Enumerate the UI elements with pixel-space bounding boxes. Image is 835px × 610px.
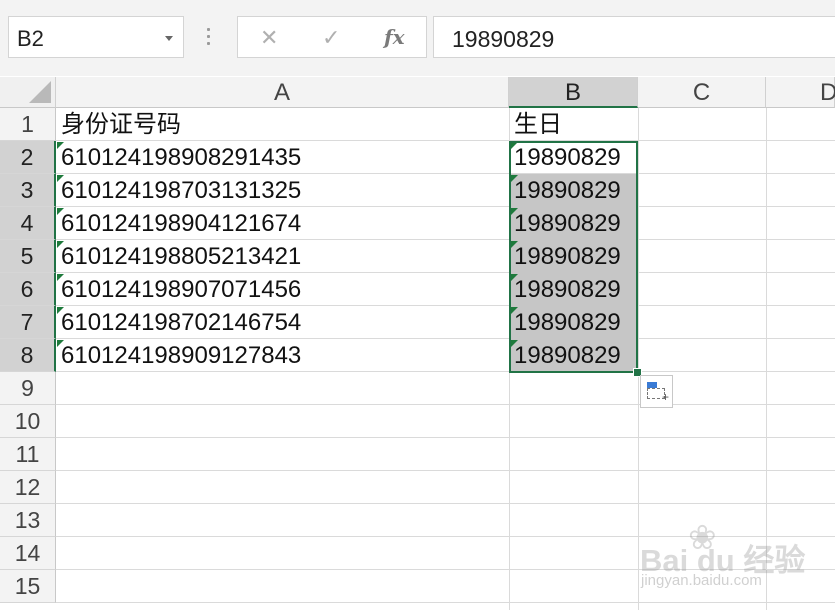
row-header[interactable]: 3	[0, 174, 56, 207]
cell-b1[interactable]: 生日	[514, 108, 634, 141]
text-number-marker-icon	[57, 142, 64, 149]
cell-a15[interactable]	[61, 570, 507, 603]
cell-a7[interactable]: 610124198702146754	[61, 306, 507, 339]
row-header[interactable]: 8	[0, 339, 56, 372]
cancel-icon[interactable]: ✕	[260, 25, 278, 51]
cell-b12[interactable]	[514, 471, 634, 504]
column-header-d[interactable]: D	[766, 77, 835, 108]
cell-b9[interactable]	[514, 372, 634, 405]
row-header[interactable]: 11	[0, 438, 56, 471]
select-all-button[interactable]	[0, 77, 56, 108]
grip-icon[interactable]	[207, 28, 211, 46]
row-header[interactable]: 13	[0, 504, 56, 537]
text-number-marker-icon	[57, 175, 64, 182]
cell-b13[interactable]	[514, 504, 634, 537]
cell-b11[interactable]	[514, 438, 634, 471]
quick-analysis-button[interactable]: +	[640, 375, 673, 408]
row-header[interactable]: 5	[0, 240, 56, 273]
cell-a4[interactable]: 610124198904121674	[61, 207, 507, 240]
watermark-url: jingyan.baidu.com	[641, 572, 762, 589]
cell-a12[interactable]	[61, 471, 507, 504]
row-header[interactable]: 1	[0, 108, 56, 141]
cell-a10[interactable]	[61, 405, 507, 438]
cell-a11[interactable]	[61, 438, 507, 471]
formula-buttons: ✕ ✓ fx	[237, 16, 427, 58]
row-header[interactable]: 15	[0, 570, 56, 603]
row-header[interactable]: 7	[0, 306, 56, 339]
cell-a13[interactable]	[61, 504, 507, 537]
cell-a5[interactable]: 610124198805213421	[61, 240, 507, 273]
text-number-marker-icon	[57, 340, 64, 347]
column-header-c[interactable]: C	[638, 77, 766, 108]
name-box-value: B2	[17, 26, 44, 51]
select-all-icon	[29, 81, 51, 103]
name-box[interactable]: B2	[8, 16, 184, 58]
cell-b10[interactable]	[514, 405, 634, 438]
cell-a14[interactable]	[61, 537, 507, 570]
enter-icon[interactable]: ✓	[322, 25, 340, 51]
row-header[interactable]: 6	[0, 273, 56, 306]
cell-b15[interactable]	[514, 570, 634, 603]
row-header[interactable]: 2	[0, 141, 56, 174]
cell-a9[interactable]	[61, 372, 507, 405]
cell-b14[interactable]	[514, 537, 634, 570]
column-header-b[interactable]: B	[509, 77, 638, 108]
row-header[interactable]: 9	[0, 372, 56, 405]
row-header[interactable]: 14	[0, 537, 56, 570]
row-header[interactable]: 10	[0, 405, 56, 438]
formula-input-value: 19890829	[452, 26, 555, 52]
row-header[interactable]: 12	[0, 471, 56, 504]
cell-a1[interactable]: 身份证号码	[61, 108, 507, 141]
column-gridline	[638, 108, 639, 610]
cell-a2[interactable]: 610124198908291435	[61, 141, 507, 174]
chevron-down-icon[interactable]	[165, 36, 173, 41]
cell-a8[interactable]: 610124198909127843	[61, 339, 507, 372]
text-number-marker-icon	[57, 307, 64, 314]
text-number-marker-icon	[57, 208, 64, 215]
column-header-a[interactable]: A	[56, 77, 509, 108]
selection-border	[509, 141, 638, 373]
text-number-marker-icon	[57, 274, 64, 281]
cell-a6[interactable]: 610124198907071456	[61, 273, 507, 306]
insert-function-icon[interactable]: fx	[384, 25, 405, 49]
formula-bar-area: B2 ✕ ✓ fx 19890829	[0, 0, 835, 76]
formula-input[interactable]: 19890829	[433, 16, 835, 58]
cell-a3[interactable]: 610124198703131325	[61, 174, 507, 207]
text-number-marker-icon	[57, 241, 64, 248]
row-header[interactable]: 4	[0, 207, 56, 240]
